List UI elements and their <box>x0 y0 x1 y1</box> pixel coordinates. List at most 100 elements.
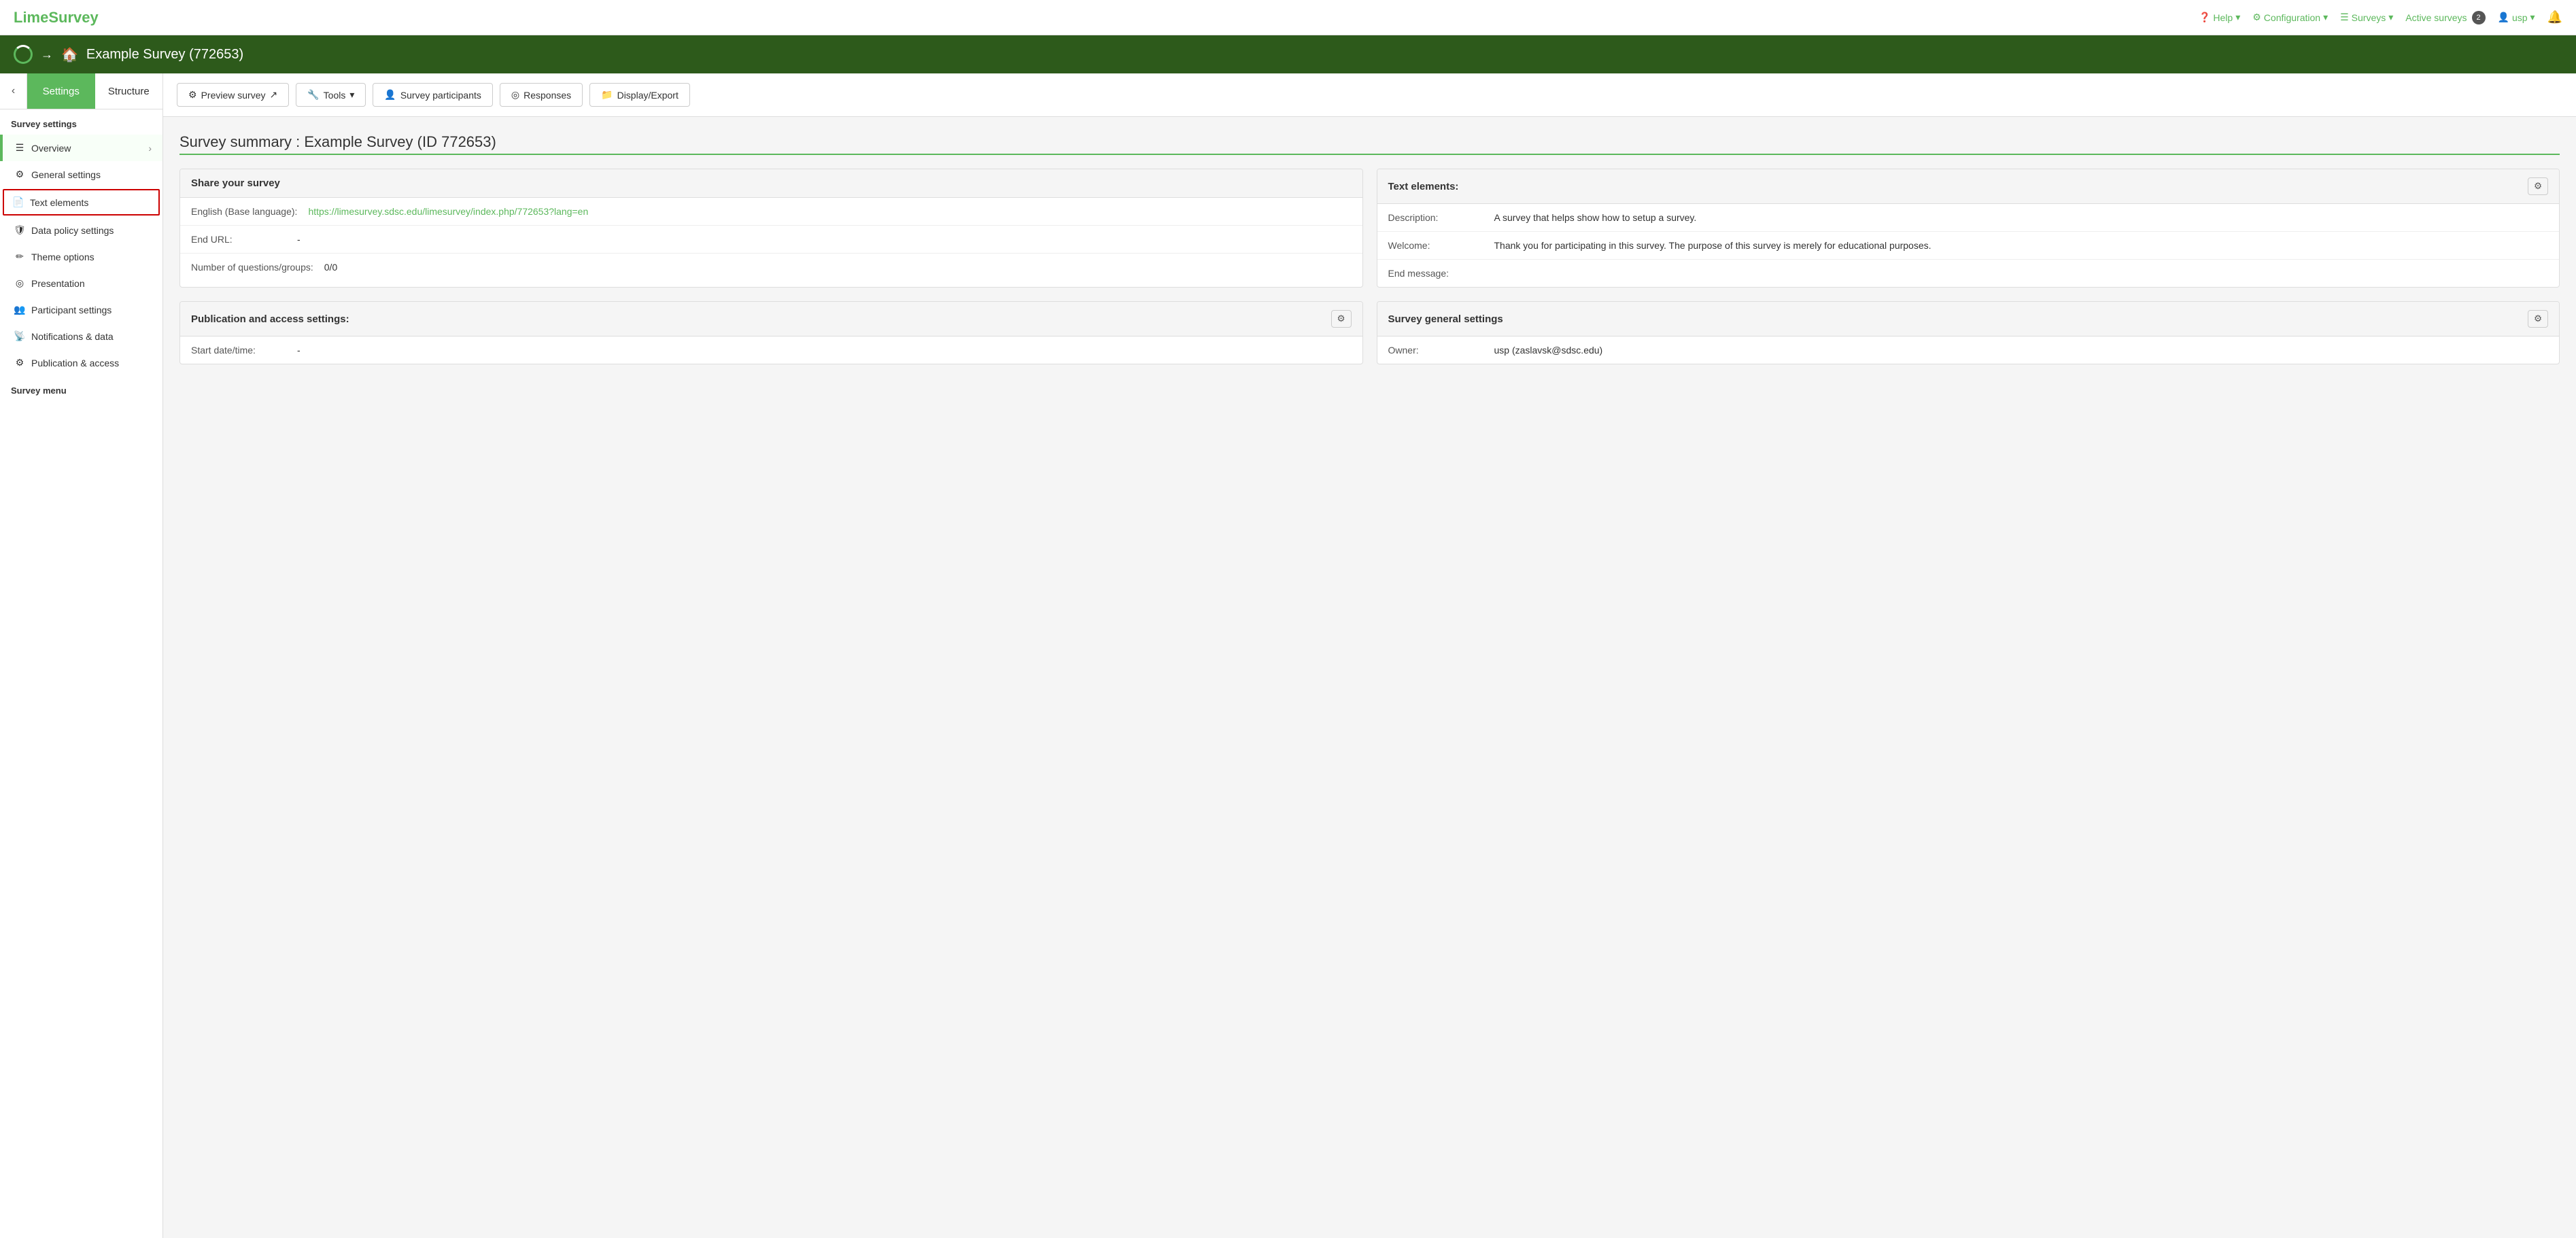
survey-general-settings-card-body: Owner: usp (zaslavsk@sdsc.edu) <box>1377 337 2560 364</box>
notifications-bell-icon[interactable]: 🔔 <box>2547 10 2562 24</box>
active-surveys-link[interactable]: Active surveys 2 <box>2405 11 2485 24</box>
survey-url-link[interactable]: https://limesurvey.sdsc.edu/limesurvey/i… <box>308 206 1351 217</box>
home-icon[interactable]: 🏠 <box>61 46 78 63</box>
participants-icon: 👤 <box>384 89 396 101</box>
configuration-chevron-icon: ▾ <box>2323 12 2328 23</box>
sidebar-item-participant-settings[interactable]: 👥 Participant settings <box>0 296 162 323</box>
sidebar: ‹ Settings Structure Survey settings ☰ O… <box>0 73 163 1238</box>
breadcrumb-bar: → 🏠 Example Survey (772653) <box>0 35 2576 73</box>
top-navigation: LimeSurvey ❓ Help ▾ ⚙ Configuration ▾ ☰ … <box>0 0 2576 35</box>
publication-access-card-header: Publication and access settings: ⚙ <box>180 302 1362 337</box>
start-datetime-label: Start date/time: <box>191 345 286 356</box>
share-survey-card: Share your survey English (Base language… <box>179 169 1363 288</box>
share-survey-card-body: English (Base language): https://limesur… <box>180 198 1362 281</box>
sidebar-label-theme-options: Theme options <box>31 252 95 262</box>
surveys-icon: ☰ <box>2340 12 2349 23</box>
publication-access-title: Publication and access settings: <box>191 313 349 325</box>
data-policy-icon: 🛡 <box>14 224 26 236</box>
text-elements-title: Text elements: <box>1388 181 1459 192</box>
sidebar-label-notifications: Notifications & data <box>31 331 114 342</box>
publication-access-icon: ⚙ <box>14 357 26 368</box>
tools-icon: 🔧 <box>307 89 319 101</box>
description-label: Description: <box>1388 212 1483 223</box>
publication-access-gear-button[interactable]: ⚙ <box>1331 310 1352 328</box>
share-survey-questions-row: Number of questions/groups: 0/0 <box>180 254 1362 281</box>
owner-label: Owner: <box>1388 345 1483 356</box>
presentation-icon: ◎ <box>14 277 26 289</box>
survey-general-settings-title: Survey general settings <box>1388 313 1503 325</box>
tab-structure[interactable]: Structure <box>95 73 163 109</box>
owner-value: usp (zaslavsk@sdsc.edu) <box>1494 345 2549 356</box>
sidebar-label-presentation: Presentation <box>31 278 85 289</box>
endurl-label: End URL: <box>191 234 286 245</box>
brand-area: LimeSurvey <box>14 9 99 27</box>
help-menu[interactable]: ❓ Help ▾ <box>2199 12 2240 23</box>
sidebar-item-general-settings[interactable]: ⚙ General settings <box>0 161 162 188</box>
sidebar-label-general-settings: General settings <box>31 169 101 180</box>
text-elements-gear-button[interactable]: ⚙ <box>2528 177 2548 195</box>
tools-button[interactable]: 🔧 Tools ▾ <box>296 83 366 107</box>
sidebar-item-overview[interactable]: ☰ Overview › <box>0 135 162 161</box>
survey-general-settings-gear-button[interactable]: ⚙ <box>2528 310 2548 328</box>
sidebar-label-overview: Overview <box>31 143 71 154</box>
surveys-menu[interactable]: ☰ Surveys ▾ <box>2340 12 2393 23</box>
main-content: ⚙ Preview survey ↗ 🔧 Tools ▾ 👤 Survey pa… <box>163 73 2576 1238</box>
display-export-icon: 📁 <box>601 89 613 101</box>
sidebar-item-publication-access[interactable]: ⚙ Publication & access <box>0 349 162 376</box>
share-survey-endurl-row: End URL: - <box>180 226 1362 254</box>
description-row: Description: A survey that helps show ho… <box>1377 204 2560 232</box>
tools-label: Tools <box>324 90 346 101</box>
survey-general-settings-card-header: Survey general settings ⚙ <box>1377 302 2560 337</box>
user-chevron-icon: ▾ <box>2530 12 2535 23</box>
language-label: English (Base language): <box>191 206 297 217</box>
participants-label: Survey participants <box>400 90 481 101</box>
display-export-button[interactable]: 📁 Display/Export <box>589 83 690 107</box>
responses-button[interactable]: ◎ Responses <box>500 83 583 107</box>
cards-grid: Share your survey English (Base language… <box>179 169 2560 364</box>
sidebar-tabs: ‹ Settings Structure <box>0 73 162 109</box>
preview-icon: ⚙ <box>188 89 197 101</box>
sidebar-back-button[interactable]: ‹ <box>0 73 27 109</box>
start-datetime-row: Start date/time: - <box>180 337 1362 364</box>
sidebar-item-presentation[interactable]: ◎ Presentation <box>0 270 162 296</box>
publication-access-card-body: Start date/time: - <box>180 337 1362 364</box>
end-message-value <box>1494 268 2549 279</box>
survey-general-settings-card: Survey general settings ⚙ Owner: usp (za… <box>1377 301 2560 364</box>
help-icon: ❓ <box>2199 12 2210 23</box>
surveys-chevron-icon: ▾ <box>2388 12 2393 23</box>
brand-logo: LimeSurvey <box>14 9 99 27</box>
text-elements-card: Text elements: ⚙ Description: A survey t… <box>1377 169 2560 288</box>
end-message-row: End message: <box>1377 260 2560 287</box>
start-datetime-value: - <box>297 345 1352 356</box>
share-survey-title: Share your survey <box>191 177 280 189</box>
participant-settings-icon: 👥 <box>14 304 26 315</box>
survey-participants-button[interactable]: 👤 Survey participants <box>373 83 493 107</box>
user-menu[interactable]: 👤 usp ▾ <box>2498 12 2535 23</box>
configuration-menu[interactable]: ⚙ Configuration ▾ <box>2252 12 2328 23</box>
top-nav-links: ❓ Help ▾ ⚙ Configuration ▾ ☰ Surveys ▾ A… <box>2199 10 2562 24</box>
tools-chevron-icon: ▾ <box>349 89 354 101</box>
preview-survey-button[interactable]: ⚙ Preview survey ↗ <box>177 83 289 107</box>
sidebar-label-participant-settings: Participant settings <box>31 305 111 315</box>
text-elements-icon: 📄 <box>12 196 24 208</box>
sidebar-item-theme-options[interactable]: ✏ Theme options <box>0 243 162 270</box>
sidebar-item-data-policy[interactable]: 🛡 Data policy settings <box>0 217 162 243</box>
sidebar-item-text-elements[interactable]: 📄 Text elements <box>3 189 160 216</box>
preview-label: Preview survey <box>201 90 266 101</box>
sidebar-label-data-policy: Data policy settings <box>31 225 114 236</box>
responses-label: Responses <box>523 90 571 101</box>
welcome-value: Thank you for participating in this surv… <box>1494 240 2549 251</box>
sidebar-item-notifications[interactable]: 📡 Notifications & data <box>0 323 162 349</box>
configuration-icon: ⚙ <box>2252 12 2261 23</box>
breadcrumb-arrow-icon: → <box>41 48 53 62</box>
text-elements-card-body: Description: A survey that helps show ho… <box>1377 204 2560 287</box>
share-survey-card-header: Share your survey <box>180 169 1362 198</box>
sidebar-label-publication-access: Publication & access <box>31 358 119 368</box>
tab-settings[interactable]: Settings <box>27 73 95 109</box>
general-settings-icon: ⚙ <box>14 169 26 180</box>
responses-icon: ◎ <box>511 89 519 101</box>
questions-label: Number of questions/groups: <box>191 262 313 273</box>
end-message-label: End message: <box>1388 268 1483 279</box>
display-export-label: Display/Export <box>617 90 679 101</box>
main-layout: ‹ Settings Structure Survey settings ☰ O… <box>0 73 2576 1238</box>
